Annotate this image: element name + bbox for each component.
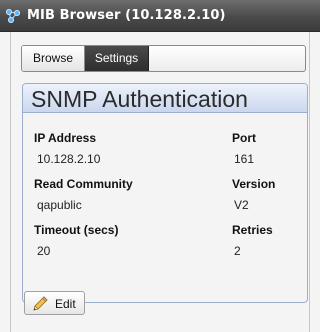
ip-address-label: IP Address [34,131,97,145]
window-title: MIB Browser (10.128.2.10) [27,8,226,23]
port-value: 161 [234,152,255,166]
tab-browse[interactable]: Browse [22,46,85,71]
edit-button-label: Edit [55,297,76,311]
tab-bar: Browse Settings [21,45,306,72]
title-bar[interactable]: MIB Browser (10.128.2.10) [0,0,320,32]
tab-settings[interactable]: Settings [85,46,149,71]
pencil-icon [31,295,49,313]
port-label: Port [232,131,256,145]
edit-button[interactable]: Edit [24,291,85,315]
retries-label: Retries [232,223,273,237]
snmp-authentication-panel: SNMP Authentication IP Address 10.128.2.… [22,83,308,303]
version-value: V2 [234,198,249,212]
timeout-value: 20 [37,244,51,258]
mib-browser-window: MIB Browser (10.128.2.10) Browse Setting… [0,0,320,332]
panel-title: SNMP Authentication [31,86,248,112]
read-community-value: qapublic [37,198,82,212]
timeout-label: Timeout (secs) [34,223,119,237]
panel-header: SNMP Authentication [23,84,307,113]
content-area: Browse Settings SNMP Authentication IP A… [10,32,310,332]
version-label: Version [232,177,276,191]
read-community-label: Read Community [34,177,133,191]
ip-address-value: 10.128.2.10 [37,152,101,166]
retries-value: 2 [234,244,241,258]
network-nodes-icon [5,8,21,24]
